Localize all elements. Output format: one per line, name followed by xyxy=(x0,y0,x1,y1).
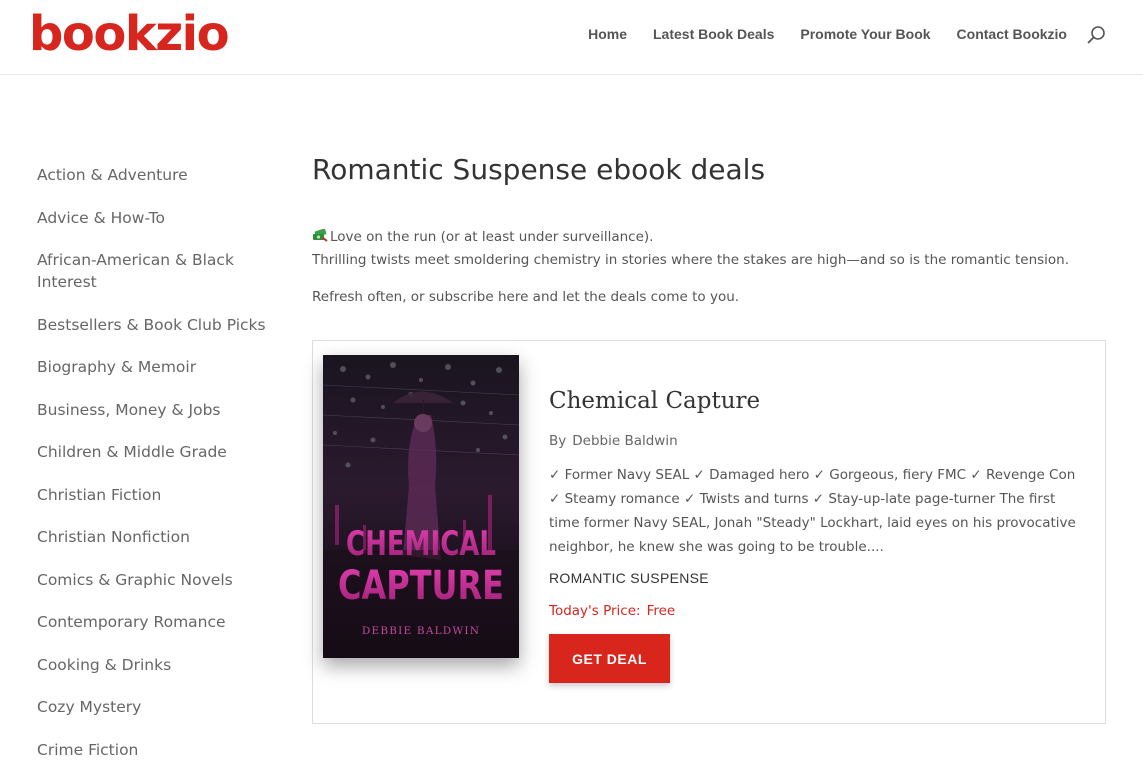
book-genre[interactable]: ROMANTIC SUSPENSE xyxy=(549,570,709,586)
price-label: Today's Price: xyxy=(549,603,641,619)
sidebar-item-comics-graphic-novels[interactable]: Comics & Graphic Novels xyxy=(37,569,277,591)
sidebar-item-african-american[interactable]: African-American & Black Interest xyxy=(37,249,277,293)
page-title: Romantic Suspense ebook deals xyxy=(312,153,766,186)
sidebar-item-bestsellers[interactable]: Bestsellers & Book Club Picks xyxy=(37,314,277,336)
sidebar-item-cooking-drinks[interactable]: Cooking & Drinks xyxy=(37,654,277,676)
sidebar-item-cozy-mystery[interactable]: Cozy Mystery xyxy=(37,696,277,718)
refresh-text: Refresh often, or subscribe here and let… xyxy=(312,289,740,305)
by-label: By xyxy=(549,433,567,449)
money-emoji-icon xyxy=(312,226,330,249)
sidebar-item-contemporary-romance[interactable]: Contemporary Romance xyxy=(37,611,277,633)
category-sidebar: Action & Adventure Advice & How-To Afric… xyxy=(37,164,277,781)
book-title[interactable]: Chemical Capture xyxy=(549,386,760,416)
sidebar-item-christian-nonfiction[interactable]: Christian Nonfiction xyxy=(37,526,277,548)
book-description: ✓ Former Navy SEAL ✓ Damaged hero ✓ Gorg… xyxy=(549,467,1076,555)
site-logo[interactable]: bookzio xyxy=(29,4,230,64)
sidebar-item-action-adventure[interactable]: Action & Adventure xyxy=(37,164,277,186)
sidebar-item-crime-fiction[interactable]: Crime Fiction xyxy=(37,739,277,761)
sidebar-item-christian-fiction[interactable]: Christian Fiction xyxy=(37,484,277,506)
book-deal-card: CHEMICAL CAPTURE DEBBIE BALDWIN Chemical… xyxy=(312,340,1106,724)
book-byline: By Debbie Baldwin xyxy=(549,431,678,451)
cover-title-line-2: CAPTURE xyxy=(338,563,504,609)
get-deal-button[interactable]: GET DEAL xyxy=(549,634,670,683)
cover-title-line-1: CHEMICAL xyxy=(346,524,496,564)
sidebar-item-biography-memoir[interactable]: Biography & Memoir xyxy=(37,356,277,378)
intro-line-2: Thrilling twists meet smoldering chemist… xyxy=(312,252,1070,268)
sidebar-item-business-money-jobs[interactable]: Business, Money & Jobs xyxy=(37,399,277,421)
cover-author: DEBBIE BALDWIN xyxy=(362,625,480,637)
main-content: Romantic Suspense ebook deals Love on th… xyxy=(312,150,1106,724)
price-value: Free xyxy=(646,603,676,619)
search-icon[interactable] xyxy=(1086,25,1106,45)
nav-promote-your-book[interactable]: Promote Your Book xyxy=(800,24,930,44)
site-header: bookzio Home Latest Book Deals Promote Y… xyxy=(0,0,1143,75)
book-price: Today's Price: Free xyxy=(549,603,675,619)
main-nav: Home Latest Book Deals Promote Your Book… xyxy=(562,24,1067,44)
sidebar-item-advice-how-to[interactable]: Advice & How-To xyxy=(37,207,277,229)
nav-contact-bookzio[interactable]: Contact Bookzio xyxy=(957,24,1067,44)
book-author[interactable]: Debbie Baldwin xyxy=(572,433,677,449)
nav-home[interactable]: Home xyxy=(588,24,627,44)
intro-line-1: Love on the run (or at least under surve… xyxy=(330,229,654,245)
intro-text: Love on the run (or at least under surve… xyxy=(312,226,1106,272)
nav-latest-book-deals[interactable]: Latest Book Deals xyxy=(653,24,774,44)
sidebar-item-children-middle-grade[interactable]: Children & Middle Grade xyxy=(37,441,277,463)
book-cover[interactable]: CHEMICAL CAPTURE DEBBIE BALDWIN xyxy=(323,355,519,658)
